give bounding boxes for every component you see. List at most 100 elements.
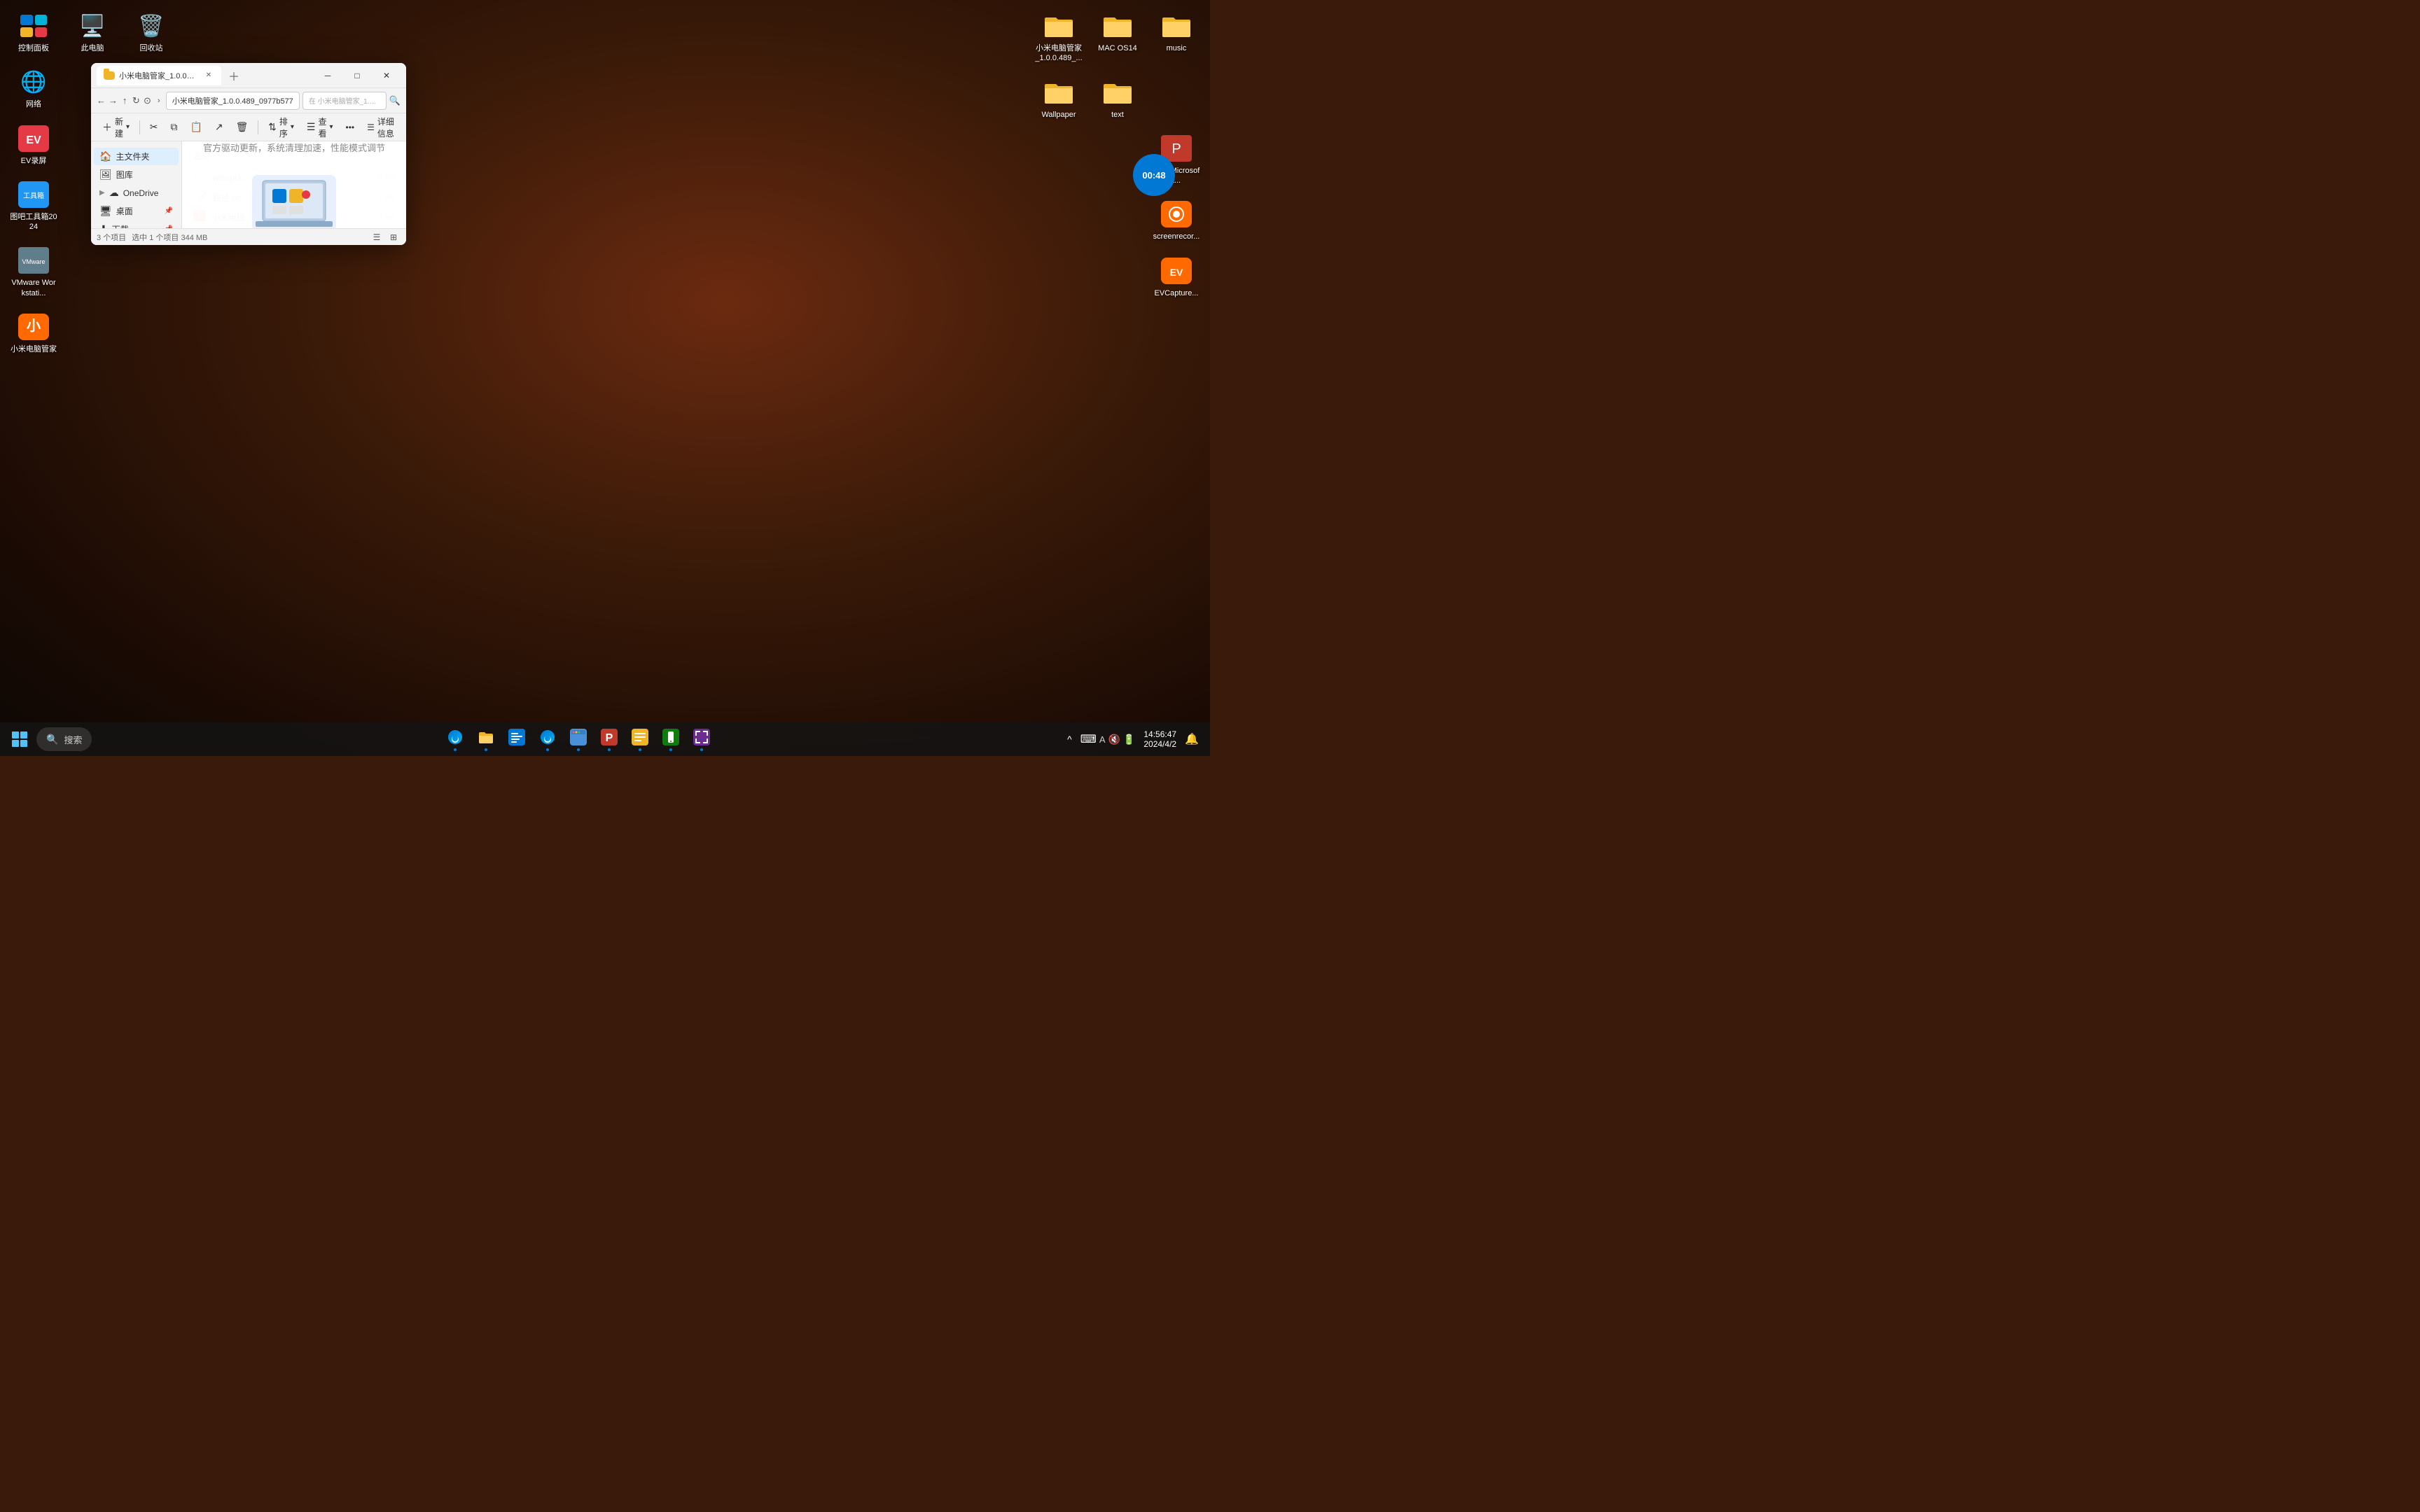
list-view-button[interactable]: ☰ bbox=[370, 230, 384, 244]
sidebar-item-gallery[interactable]: 🖼 图库 bbox=[94, 166, 179, 183]
explorer-window: 小米电脑管家_1.0.0.489_0977b ✕ ＋ ─ □ ✕ ← → ↑ ↻… bbox=[91, 63, 406, 245]
taskbar-app-edge[interactable] bbox=[441, 725, 469, 753]
tab-close-button[interactable]: ✕ bbox=[203, 70, 214, 81]
close-button[interactable]: ✕ bbox=[373, 65, 401, 86]
wallpaper-icon bbox=[1042, 78, 1076, 107]
taskbar-app-explorer[interactable] bbox=[472, 725, 500, 753]
taskbar-app-notes[interactable] bbox=[626, 725, 654, 753]
up-button[interactable]: ↑ bbox=[120, 91, 129, 111]
toolbar-share-button[interactable]: ↗ bbox=[209, 118, 229, 136]
search-box[interactable]: 在 小米电脑管家_1.0.0.489_0977b bbox=[302, 92, 387, 110]
sidebar-item-home[interactable]: 🏠 主文件夹 bbox=[94, 148, 179, 165]
xiaomi-folder-icon bbox=[1042, 11, 1076, 41]
volume-icon: 🔇 bbox=[1108, 734, 1120, 746]
screenrec-icon bbox=[1160, 200, 1193, 229]
xiaomi-mgr-icon: 小 bbox=[17, 312, 50, 342]
evcap-icon: EV bbox=[1160, 256, 1193, 286]
tab-label: 小米电脑管家_1.0.0.489_0977b bbox=[119, 70, 196, 81]
desktop-icon-ev[interactable]: EV EV录屏 bbox=[7, 120, 60, 170]
app-active-dot-5 bbox=[608, 748, 611, 751]
sidebar-downloads-label: 下载 bbox=[112, 223, 129, 228]
back-button[interactable]: ← bbox=[97, 91, 106, 111]
desktop-icon-xiaomi-folder[interactable]: 小米电脑管家_1.0.0.489_... bbox=[1032, 7, 1085, 68]
desktop-icon-macos[interactable]: MAC OS14 bbox=[1091, 7, 1144, 68]
desktop-icon-xiaomi-mgr[interactable]: 小 小米电脑管家 bbox=[7, 308, 60, 358]
search-button[interactable]: 🔍 bbox=[389, 91, 401, 111]
toolbar-delete-button[interactable]: 🗑 bbox=[230, 118, 254, 136]
sidebar-item-downloads[interactable]: ⬇ 下载 📌 bbox=[94, 220, 179, 228]
explorer-statusbar: 3 个项目 选中 1 个项目 344 MB ☰ ⊞ bbox=[91, 228, 406, 245]
taskbar-app-capture[interactable] bbox=[688, 725, 716, 753]
onedrive-arrow: ▶ bbox=[99, 189, 105, 197]
share-icon: ↗ bbox=[215, 121, 223, 133]
location-button[interactable]: ⊙ bbox=[143, 91, 151, 111]
taskbar-app-browser[interactable] bbox=[564, 725, 592, 753]
status-items-count: 3 个项目 bbox=[97, 232, 126, 243]
explorer-tab[interactable]: 小米电脑管家_1.0.0.489_0977b ✕ bbox=[97, 66, 221, 85]
xiaomi-folder-label: 小米电脑管家_1.0.0.489_... bbox=[1035, 43, 1083, 64]
sidebar-item-desktop[interactable]: 🖥 桌面 📌 bbox=[94, 202, 179, 220]
toolbar-sort-button[interactable]: ⇅ 排序 ▾ bbox=[263, 113, 300, 142]
evcap-label: EVCapture... bbox=[1155, 288, 1199, 298]
taskbar-app-ppt[interactable]: P bbox=[595, 725, 623, 753]
start-button[interactable] bbox=[6, 725, 34, 753]
taskbar-search[interactable]: 🔍 搜索 bbox=[36, 727, 92, 751]
desktop-icon-ctrl[interactable]: 控制面板 bbox=[7, 7, 60, 57]
toolbar-cut-button[interactable]: ✂ bbox=[144, 118, 164, 136]
view-dropdown-icon: ▾ bbox=[330, 123, 333, 131]
desktop-icon-screenrec[interactable]: screenrecor... bbox=[1150, 195, 1203, 246]
home-icon: 🏠 bbox=[99, 150, 111, 162]
taskbar-app-files[interactable] bbox=[503, 725, 531, 753]
address-input[interactable]: 小米电脑管家_1.0.0.489_0977b577 bbox=[166, 92, 300, 110]
refresh-button[interactable]: ↻ bbox=[132, 91, 140, 111]
screenrec-label: screenrecor... bbox=[1153, 232, 1200, 241]
desktop-icon-recycle[interactable]: 🗑️ 回收站 bbox=[125, 7, 178, 57]
svg-text:工具箱: 工具箱 bbox=[23, 191, 44, 200]
explorer-main: 🏠 主文件夹 🖼 图库 ▶ ☁ OneDrive 🖥 桌面 📌 ⬇ 下载 📌 bbox=[91, 141, 406, 228]
app-active-dot-4 bbox=[577, 748, 580, 751]
maximize-button[interactable]: □ bbox=[343, 65, 371, 86]
tray-caret-icon: ^ bbox=[1067, 734, 1072, 745]
notification-icon[interactable]: 🔔 bbox=[1185, 732, 1199, 746]
desktop-icon-text-r[interactable]: text bbox=[1091, 74, 1144, 124]
tab-add-button[interactable]: ＋ bbox=[224, 66, 244, 85]
vmware-icon: VMware bbox=[17, 246, 50, 275]
search-hint: 在 小米电脑管家_1.0.0.489_0977b bbox=[309, 95, 380, 106]
desktop-icon-vmware[interactable]: VMware VMware Workstati... bbox=[7, 241, 60, 302]
desktop-icon-net[interactable]: 🌐 网络 bbox=[7, 63, 60, 113]
desktop-icon-music-r[interactable]: music bbox=[1150, 7, 1203, 68]
windows-logo-icon bbox=[12, 732, 27, 747]
toolbar-view-button[interactable]: ☰ 查看 ▾ bbox=[301, 113, 339, 142]
time-widget[interactable]: 00:48 bbox=[1133, 154, 1175, 196]
desktop-icons-row-right-2: Wallpaper text bbox=[1032, 74, 1203, 124]
desktop-icon-mypc[interactable]: 🖥️ 此电脑 bbox=[66, 7, 119, 57]
sidebar-item-onedrive[interactable]: ▶ ☁ OneDrive bbox=[94, 184, 179, 202]
browser-icon bbox=[570, 729, 587, 750]
taskbar-right: ^ ⌨ A 🔇 🔋 14:56:47 2024/4/2 🔔 bbox=[1062, 728, 1204, 750]
toolbar-paste-button[interactable]: 📋 bbox=[184, 118, 207, 136]
svg-text:VMware: VMware bbox=[22, 258, 45, 265]
app-active-dot bbox=[454, 748, 457, 751]
ppt-icon: P bbox=[601, 729, 618, 750]
desktop-icon-evcap[interactable]: EV EVCapture... bbox=[1150, 252, 1203, 302]
recycle-label: 回收站 bbox=[140, 43, 163, 53]
net-label: 网络 bbox=[26, 99, 41, 109]
desktop-icon-wallpaper[interactable]: Wallpaper bbox=[1032, 74, 1085, 124]
taskbar-app-edge2[interactable] bbox=[534, 725, 562, 753]
notes-icon bbox=[632, 729, 648, 750]
grid-view-button[interactable]: ⊞ bbox=[387, 230, 401, 244]
text-r-label: text bbox=[1111, 110, 1124, 120]
forward-button[interactable]: → bbox=[109, 91, 118, 111]
datetime-display[interactable]: 14:56:47 2024/4/2 bbox=[1138, 728, 1182, 750]
minimize-button[interactable]: ─ bbox=[314, 65, 342, 86]
desktop-icons-row-right-1: 小米电脑管家_1.0.0.489_... MAC OS14 music bbox=[1032, 7, 1203, 68]
ctrl-icon bbox=[17, 11, 50, 41]
toolbar-more-button[interactable]: ••• bbox=[340, 120, 361, 135]
system-tray[interactable]: ^ bbox=[1062, 731, 1078, 748]
toolbar-copy-button[interactable]: ⧉ bbox=[165, 118, 183, 136]
toolbar-new-button[interactable]: ＋ 新建 ▾ bbox=[97, 113, 135, 142]
taskbar-app-phone[interactable] bbox=[657, 725, 685, 753]
desktop-icon-tubox[interactable]: 工具箱 图吧工具箱2024 bbox=[7, 176, 60, 237]
toolbar-details-button[interactable]: ☰ 详细信息 bbox=[361, 113, 401, 142]
text-r-icon bbox=[1101, 78, 1134, 107]
